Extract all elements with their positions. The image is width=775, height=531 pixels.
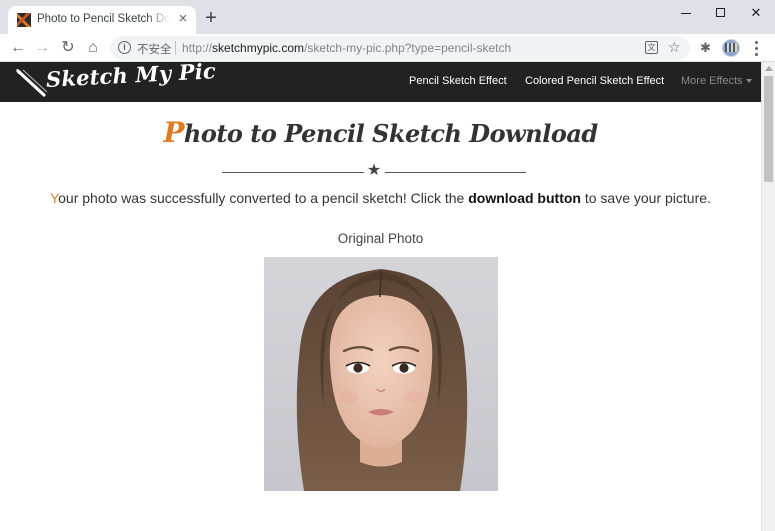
success-message: Your photo was successfully converted to…	[0, 190, 761, 206]
translate-icon[interactable]: 文	[645, 41, 658, 54]
success-message-initial: Y	[50, 190, 59, 206]
page-content: Photo to Pencil Sketch Download ★ Your p…	[0, 102, 761, 531]
page-title-initial: P	[163, 116, 184, 149]
original-photo-label: Original Photo	[337, 231, 424, 246]
browser-tab[interactable]: Photo to Pencil Sketch Download ×	[8, 6, 196, 34]
site-navbar: Sketch My Pic Pencil Sketch Effect Color…	[0, 58, 761, 102]
scroll-up-arrow-icon[interactable]	[765, 66, 773, 71]
address-bar[interactable]: i 不安全 http://sketchmypic.com/sketch-my-p…	[110, 36, 690, 60]
url-scheme: http://	[182, 41, 213, 55]
browser-tab-strip: Photo to Pencil Sketch Download × + ✕	[0, 0, 775, 34]
url-host: sketchmypic.com	[212, 41, 305, 55]
site-logo[interactable]: Sketch My Pic	[10, 58, 216, 100]
forward-arrow-icon[interactable]: →	[31, 37, 53, 59]
new-tab-button[interactable]: +	[202, 8, 220, 28]
tab-title: Photo to Pencil Sketch Download	[37, 13, 170, 25]
url-path: /sketch-my-pic.php?type=pencil-sketch	[304, 41, 512, 55]
window-maximize-button[interactable]	[703, 2, 739, 24]
back-arrow-icon[interactable]: ←	[7, 37, 29, 59]
page-title-rest: hoto to Pencil Sketch Download	[183, 119, 598, 148]
reload-icon[interactable]: ↻	[57, 37, 79, 59]
original-photo-image	[264, 257, 498, 491]
site-favicon-icon	[17, 13, 31, 27]
security-label: 不安全	[137, 44, 172, 56]
success-message-emphasis: download button	[468, 190, 581, 206]
browser-toolbar: ← → ↻ ⌂ i 不安全 http://sketchmypic.com/ske…	[0, 34, 775, 62]
browser-menu-icon[interactable]	[750, 38, 764, 58]
nav-colored-pencil-sketch-effect[interactable]: Colored Pencil Sketch Effect	[525, 75, 664, 87]
divider-star-icon: ★	[366, 162, 382, 179]
url-text[interactable]: http://sketchmypic.com/sketch-my-pic.php…	[182, 41, 511, 55]
pencil-logo-icon	[16, 69, 48, 97]
divider-line-left	[222, 172, 364, 173]
scrollbar-thumb[interactable]	[764, 76, 773, 182]
page-scrollbar[interactable]	[761, 62, 775, 531]
extensions-puzzle-icon[interactable]: ✱	[698, 40, 713, 55]
tab-close-icon[interactable]: ×	[176, 11, 190, 26]
site-info-icon[interactable]: i	[118, 41, 131, 54]
page-title: Photo to Pencil Sketch Download	[0, 116, 761, 149]
success-message-tail: to save your picture.	[580, 190, 711, 206]
caret-down-icon	[745, 79, 752, 84]
omnibox-divider	[175, 41, 176, 55]
nav-pencil-sketch-effect[interactable]: Pencil Sketch Effect	[409, 75, 507, 87]
home-icon[interactable]: ⌂	[82, 37, 104, 59]
window-close-button[interactable]: ✕	[738, 2, 774, 24]
nav-more-effects-label: More Effects	[681, 75, 743, 87]
bookmark-star-icon[interactable]: ☆	[668, 39, 681, 55]
divider-line-right	[385, 172, 526, 173]
success-message-text: our photo was successfully converted to …	[58, 190, 469, 206]
logo-text: Sketch My Pic	[45, 58, 217, 92]
window-minimize-button[interactable]	[668, 2, 704, 24]
profile-avatar-icon[interactable]	[722, 39, 740, 57]
nav-more-effects-dropdown[interactable]: More Effects	[681, 75, 752, 87]
